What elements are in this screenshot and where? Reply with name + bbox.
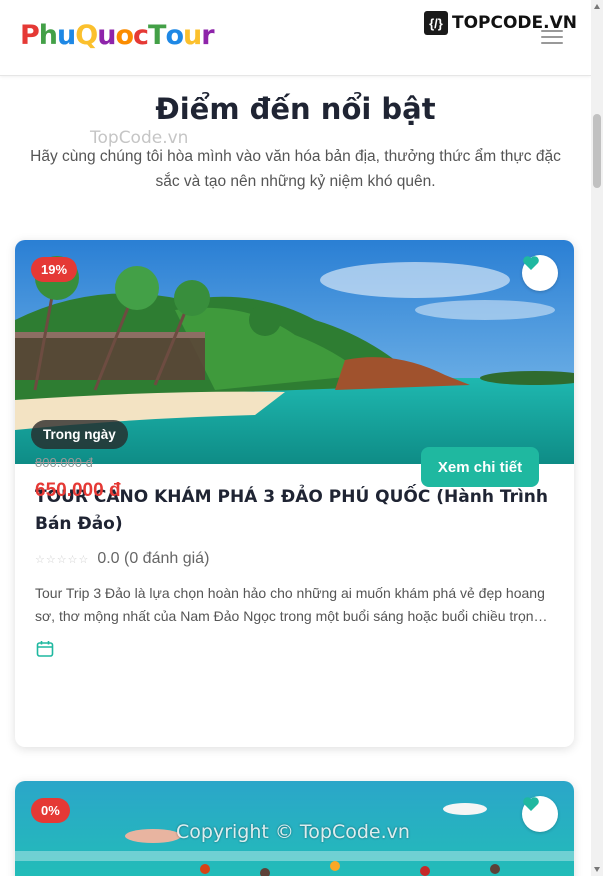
scroll-down-arrow-icon[interactable] [594, 867, 600, 872]
logo-letter: r [201, 20, 214, 51]
discount-badge: 19% [31, 257, 78, 282]
logo-letter: u [97, 20, 116, 51]
rating-text: 0.0 (0 đánh giá) [97, 550, 210, 567]
logo-letter: u [183, 20, 202, 51]
favorite-button[interactable] [522, 255, 558, 291]
logo-letter: c [133, 20, 149, 51]
site-header: PhuQuocTour {/} TOPCODE.VN [0, 0, 591, 76]
scroll-thumb[interactable] [593, 114, 601, 188]
logo-letter: o [115, 20, 134, 51]
calendar-icon [36, 640, 54, 663]
logo-letter: o [165, 20, 184, 51]
watermark-top: TopCode.vn [90, 128, 189, 148]
section-subtitle: Hãy cùng chúng tôi hòa mình vào văn hóa … [30, 148, 561, 190]
sale-price: 650.000 đ [35, 480, 121, 501]
old-price: 800.000 đ [35, 455, 93, 470]
tour-description: Tour Trip 3 Đảo là lựa chọn hoàn hảo cho… [35, 585, 548, 624]
discount-badge: 0% [31, 798, 70, 823]
topcode-mark-icon: {/} [423, 11, 448, 35]
tour-image[interactable]: 19% Trong ngày [15, 240, 574, 464]
heart-icon [523, 256, 539, 270]
page-scrollbar[interactable] [591, 0, 603, 876]
watermark-bottom: Copyright © TopCode.vn [176, 821, 410, 843]
site-logo[interactable]: PhuQuocTour [20, 20, 215, 51]
logo-letter: T [148, 20, 166, 51]
view-details-button[interactable]: Xem chi tiết [421, 447, 539, 487]
favorite-button[interactable] [522, 796, 558, 832]
duration-badge: Trong ngày [31, 420, 128, 449]
hamburger-icon[interactable] [541, 30, 563, 44]
star-rating-icon: ☆☆☆☆☆ [35, 553, 90, 566]
logo-letter: u [57, 20, 76, 51]
scroll-up-arrow-icon[interactable] [594, 4, 600, 9]
logo-letter: P [20, 20, 40, 51]
heart-icon [523, 797, 539, 811]
logo-letter: Q [75, 20, 98, 51]
logo-letter: h [38, 20, 58, 51]
section-title: Điểm đến nổi bật [155, 92, 436, 126]
tour-rating: ☆☆☆☆☆ 0.0 (0 đánh giá) [35, 550, 209, 568]
